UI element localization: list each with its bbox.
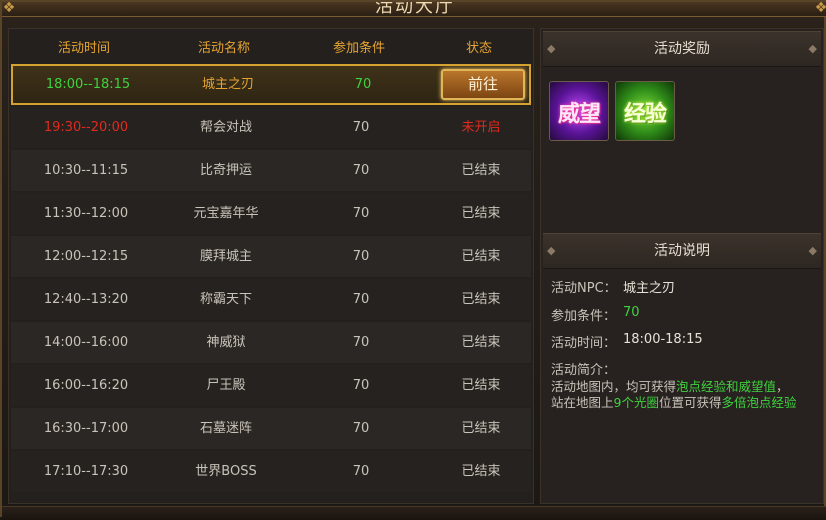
row-time: 19:30--20:00 <box>43 120 129 135</box>
table-row[interactable]: 17:10--17:30 世界BOSS 70 已结束 <box>11 451 531 492</box>
activity-list-panel: 活动时间 活动名称 参加条件 状态 18:00--18:15 城主之刃 70 前往 19… <box>8 28 534 504</box>
row-activity-name: 世界BOSS <box>195 464 257 479</box>
table-row[interactable]: 11:30--12:00 元宝嘉年华 70 已结束 <box>11 193 531 234</box>
table-row[interactable]: 14:00--16:00 神威狱 70 已结束 <box>11 322 531 363</box>
condition-label: 参加条件： <box>551 309 617 324</box>
corner-ornament-icon: ❖ <box>2 2 16 16</box>
row-condition: 70 <box>352 163 370 178</box>
row-activity-name: 神威狱 <box>206 335 246 350</box>
ornament-icon: ◆ <box>808 244 817 257</box>
condition-value: 70 <box>623 305 640 320</box>
table-row[interactable]: 16:00--16:20 尸王殿 70 已结束 <box>11 365 531 406</box>
header-condition: 参加条件 <box>332 41 385 56</box>
row-condition: 70 <box>352 120 370 135</box>
time-value: 18:00-18:15 <box>623 332 703 347</box>
table-header: 活动时间 活动名称 参加条件 状态 <box>9 29 533 61</box>
row-activity-name: 石墓迷阵 <box>199 421 252 436</box>
row-status: 已结束 <box>461 292 501 307</box>
row-condition: 70 <box>354 77 372 92</box>
reward-label: 威望 <box>557 102 601 127</box>
intro-label: 活动简介： <box>551 363 617 378</box>
row-activity-name: 膜拜城主 <box>199 249 252 264</box>
row-condition: 70 <box>352 206 370 221</box>
row-time: 10:30--11:15 <box>43 163 129 178</box>
go-button[interactable]: 前往 <box>441 69 525 100</box>
row-status: 已结束 <box>461 206 501 221</box>
rewards-section-header: ◆ 活动奖励 ◆ <box>543 31 821 67</box>
row-activity-name: 比奇押运 <box>199 163 252 178</box>
row-activity-name: 元宝嘉年华 <box>193 206 259 221</box>
row-status: 已结束 <box>461 464 501 479</box>
row-condition: 70 <box>352 378 370 393</box>
desc-highlight: 9个光圈 <box>613 395 659 410</box>
header-time: 活动时间 <box>57 41 110 56</box>
row-time: 12:40--13:20 <box>43 292 129 307</box>
row-status: 已结束 <box>461 378 501 393</box>
activity-hall-window: 活动大厅 ❖ ❖ 活动时间 活动名称 参加条件 状态 18:00--18:15 城… <box>0 0 826 520</box>
activity-detail-panel: ◆ 活动奖励 ◆ 威望 经验 ◆ 活动说明 ◆ 活动NPC： 城主之刃 参加条件… <box>540 28 824 504</box>
experience-icon[interactable]: 经验 <box>615 81 675 141</box>
description-section-header: ◆ 活动说明 ◆ <box>543 233 821 269</box>
header-status: 状态 <box>465 41 492 56</box>
row-time: 14:00--16:00 <box>43 335 129 350</box>
row-time: 12:00--12:15 <box>43 249 129 264</box>
table-row[interactable]: 10:30--11:15 比奇押运 70 已结束 <box>11 150 531 191</box>
table-row[interactable]: 16:30--17:00 石墓迷阵 70 已结束 <box>11 408 531 449</box>
corner-ornament-icon: ❖ <box>810 2 826 16</box>
desc-highlight: 多倍泡点经验 <box>721 395 797 410</box>
row-condition: 70 <box>352 249 370 264</box>
table-row[interactable]: 12:40--13:20 称霸天下 70 已结束 <box>11 279 531 320</box>
row-status: 已结束 <box>461 249 501 264</box>
ornament-icon: ◆ <box>547 244 556 257</box>
desc-text: 活动地图内，均可获得 <box>551 379 677 394</box>
window-bottom-border <box>2 506 826 520</box>
row-activity-name: 帮会对战 <box>199 120 252 135</box>
time-label: 活动时间： <box>551 336 617 351</box>
description-title: 活动说明 <box>654 243 710 259</box>
row-activity-name: 称霸天下 <box>199 292 252 307</box>
row-time: 16:30--17:00 <box>43 421 129 436</box>
header-name: 活动名称 <box>197 41 250 56</box>
ornament-icon: ◆ <box>808 42 817 55</box>
row-condition: 70 <box>352 421 370 436</box>
table-row[interactable]: 12:00--12:15 膜拜城主 70 已结束 <box>11 236 531 277</box>
row-time: 16:00--16:20 <box>43 378 129 393</box>
prestige-icon[interactable]: 威望 <box>549 81 609 141</box>
row-status: 未开启 <box>461 120 501 135</box>
row-time: 17:10--17:30 <box>43 464 129 479</box>
table-row[interactable]: 18:00--18:15 城主之刃 70 前往 <box>11 64 531 105</box>
row-status: 已结束 <box>461 163 501 178</box>
row-condition: 70 <box>352 464 370 479</box>
title-bar: 活动大厅 ❖ ❖ <box>2 2 826 17</box>
row-activity-name: 尸王殿 <box>206 378 246 393</box>
row-status: 已结束 <box>461 421 501 436</box>
table-row[interactable]: 19:30--20:00 帮会对战 70 未开启 <box>11 107 531 148</box>
activity-description: 活动地图内，均可获得泡点经验和威望值，站在地图上9个光圈位置可获得多倍泡点经验 <box>551 379 801 411</box>
row-condition: 70 <box>352 335 370 350</box>
npc-value: 城主之刃 <box>623 281 676 296</box>
desc-text: 位置可获得 <box>658 395 722 410</box>
row-condition: 70 <box>352 292 370 307</box>
desc-highlight: 泡点经验和威望值 <box>676 379 777 394</box>
npc-label: 活动NPC： <box>551 281 617 296</box>
rewards-title: 活动奖励 <box>654 41 710 57</box>
row-activity-name: 城主之刃 <box>201 77 254 92</box>
reward-label: 经验 <box>623 102 667 127</box>
window-title: 活动大厅 <box>375 2 455 17</box>
row-status: 已结束 <box>461 335 501 350</box>
row-time: 11:30--12:00 <box>43 206 129 221</box>
ornament-icon: ◆ <box>547 42 556 55</box>
row-time: 18:00--18:15 <box>45 77 131 92</box>
